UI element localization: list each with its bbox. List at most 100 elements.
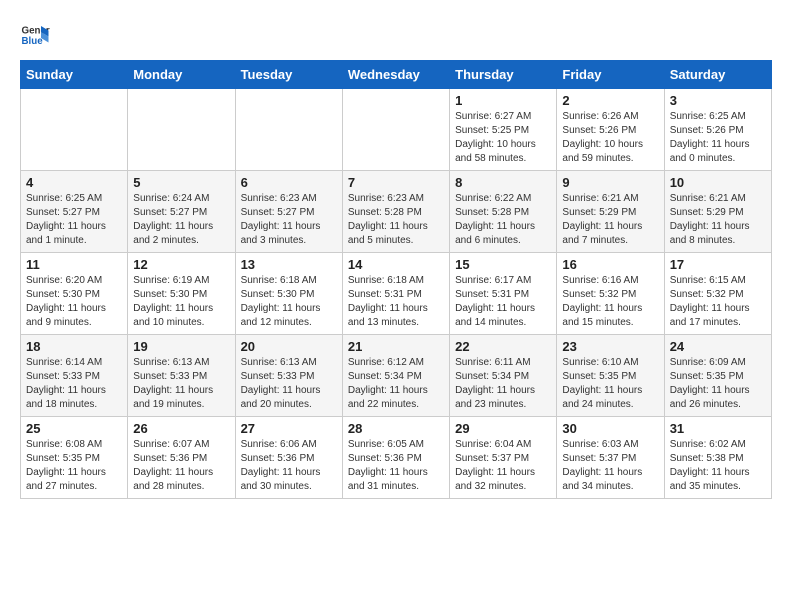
day-number: 24 bbox=[670, 339, 766, 354]
calendar-cell: 21 Sunrise: 6:12 AMSunset: 5:34 PMDayligh… bbox=[342, 335, 449, 417]
day-number: 8 bbox=[455, 175, 551, 190]
day-number: 25 bbox=[26, 421, 122, 436]
day-info: Sunrise: 6:13 AMSunset: 5:33 PMDaylight:… bbox=[133, 356, 229, 412]
calendar-cell: 23 Sunrise: 6:10 AMSunset: 5:35 PMDayligh… bbox=[557, 335, 664, 417]
day-header-monday: Monday bbox=[128, 61, 235, 89]
day-info: Sunrise: 6:19 AMSunset: 5:30 PMDaylight:… bbox=[133, 274, 229, 330]
day-info: Sunrise: 6:20 AMSunset: 5:30 PMDaylight:… bbox=[26, 274, 122, 330]
calendar-cell: 8 Sunrise: 6:22 AMSunset: 5:28 PMDaylight… bbox=[450, 171, 557, 253]
day-number: 14 bbox=[348, 257, 444, 272]
calendar-cell: 3Sunrise: 6:25 AMSunset: 5:26 PMDaylight… bbox=[664, 89, 771, 171]
day-info: Sunrise: 6:08 AMSunset: 5:35 PMDaylight:… bbox=[26, 438, 122, 494]
day-info: Sunrise: 6:21 AMSunset: 5:29 PMDaylight:… bbox=[670, 192, 766, 248]
calendar-cell: 19 Sunrise: 6:13 AMSunset: 5:33 PMDayligh… bbox=[128, 335, 235, 417]
calendar-cell: 7 Sunrise: 6:23 AMSunset: 5:28 PMDaylight… bbox=[342, 171, 449, 253]
calendar-cell: 17 Sunrise: 6:15 AMSunset: 5:32 PMDayligh… bbox=[664, 253, 771, 335]
calendar-cell: 27 Sunrise: 6:06 AMSunset: 5:36 PMDayligh… bbox=[235, 417, 342, 499]
calendar-cell bbox=[128, 89, 235, 171]
day-info: Sunrise: 6:07 AMSunset: 5:36 PMDaylight:… bbox=[133, 438, 229, 494]
day-info: Sunrise: 6:22 AMSunset: 5:28 PMDaylight:… bbox=[455, 192, 551, 248]
day-number: 9 bbox=[562, 175, 658, 190]
calendar-cell: 14 Sunrise: 6:18 AMSunset: 5:31 PMDayligh… bbox=[342, 253, 449, 335]
day-info: Sunrise: 6:18 AMSunset: 5:30 PMDaylight:… bbox=[241, 274, 337, 330]
day-info: Sunrise: 6:16 AMSunset: 5:32 PMDaylight:… bbox=[562, 274, 658, 330]
day-info: Sunrise: 6:09 AMSunset: 5:35 PMDaylight:… bbox=[670, 356, 766, 412]
calendar-cell bbox=[21, 89, 128, 171]
calendar-cell: 6Sunrise: 6:23 AMSunset: 5:27 PMDaylight… bbox=[235, 171, 342, 253]
calendar-body: 1Sunrise: 6:27 AMSunset: 5:25 PMDaylight… bbox=[21, 89, 772, 499]
day-number: 13 bbox=[241, 257, 337, 272]
calendar-cell: 25 Sunrise: 6:08 AMSunset: 5:35 PMDayligh… bbox=[21, 417, 128, 499]
day-header-thursday: Thursday bbox=[450, 61, 557, 89]
header: General Blue bbox=[20, 20, 772, 50]
calendar-cell: 22Sunrise: 6:11 AMSunset: 5:34 PMDayligh… bbox=[450, 335, 557, 417]
day-info: Sunrise: 6:25 AMSunset: 5:27 PMDaylight:… bbox=[26, 192, 122, 248]
day-number: 15 bbox=[455, 257, 551, 272]
day-number: 11 bbox=[26, 257, 122, 272]
day-info: Sunrise: 6:10 AMSunset: 5:35 PMDaylight:… bbox=[562, 356, 658, 412]
calendar-cell bbox=[235, 89, 342, 171]
day-info: Sunrise: 6:12 AMSunset: 5:34 PMDaylight:… bbox=[348, 356, 444, 412]
week-row-5: 25 Sunrise: 6:08 AMSunset: 5:35 PMDayligh… bbox=[21, 417, 772, 499]
calendar-header: SundayMondayTuesdayWednesdayThursdayFrid… bbox=[21, 61, 772, 89]
week-row-4: 18 Sunrise: 6:14 AMSunset: 5:33 PMDayligh… bbox=[21, 335, 772, 417]
day-number: 16 bbox=[562, 257, 658, 272]
day-number: 17 bbox=[670, 257, 766, 272]
week-row-3: 11 Sunrise: 6:20 AMSunset: 5:30 PMDayligh… bbox=[21, 253, 772, 335]
calendar-cell: 12 Sunrise: 6:19 AMSunset: 5:30 PMDayligh… bbox=[128, 253, 235, 335]
calendar-cell: 28Sunrise: 6:05 AMSunset: 5:36 PMDayligh… bbox=[342, 417, 449, 499]
day-info: Sunrise: 6:05 AMSunset: 5:36 PMDaylight:… bbox=[348, 438, 444, 494]
day-number: 12 bbox=[133, 257, 229, 272]
calendar-cell: 24 Sunrise: 6:09 AMSunset: 5:35 PMDayligh… bbox=[664, 335, 771, 417]
week-row-1: 1Sunrise: 6:27 AMSunset: 5:25 PMDaylight… bbox=[21, 89, 772, 171]
calendar-cell: 18 Sunrise: 6:14 AMSunset: 5:33 PMDayligh… bbox=[21, 335, 128, 417]
calendar-cell: 1Sunrise: 6:27 AMSunset: 5:25 PMDaylight… bbox=[450, 89, 557, 171]
day-number: 22 bbox=[455, 339, 551, 354]
day-number: 29 bbox=[455, 421, 551, 436]
day-number: 5 bbox=[133, 175, 229, 190]
calendar-cell bbox=[342, 89, 449, 171]
calendar-cell: 15 Sunrise: 6:17 AMSunset: 5:31 PMDayligh… bbox=[450, 253, 557, 335]
day-header-saturday: Saturday bbox=[664, 61, 771, 89]
day-number: 6 bbox=[241, 175, 337, 190]
day-number: 2 bbox=[562, 93, 658, 108]
logo: General Blue bbox=[20, 20, 54, 50]
day-info: Sunrise: 6:03 AMSunset: 5:37 PMDaylight:… bbox=[562, 438, 658, 494]
day-header-wednesday: Wednesday bbox=[342, 61, 449, 89]
day-info: Sunrise: 6:06 AMSunset: 5:36 PMDaylight:… bbox=[241, 438, 337, 494]
day-info: Sunrise: 6:14 AMSunset: 5:33 PMDaylight:… bbox=[26, 356, 122, 412]
day-info: Sunrise: 6:18 AMSunset: 5:31 PMDaylight:… bbox=[348, 274, 444, 330]
day-info: Sunrise: 6:17 AMSunset: 5:31 PMDaylight:… bbox=[455, 274, 551, 330]
day-number: 21 bbox=[348, 339, 444, 354]
day-number: 27 bbox=[241, 421, 337, 436]
day-number: 3 bbox=[670, 93, 766, 108]
day-number: 10 bbox=[670, 175, 766, 190]
day-number: 26 bbox=[133, 421, 229, 436]
day-info: Sunrise: 6:15 AMSunset: 5:32 PMDaylight:… bbox=[670, 274, 766, 330]
calendar-table: SundayMondayTuesdayWednesdayThursdayFrid… bbox=[20, 60, 772, 499]
svg-text:Blue: Blue bbox=[22, 36, 44, 47]
day-number: 7 bbox=[348, 175, 444, 190]
calendar-cell: 26 Sunrise: 6:07 AMSunset: 5:36 PMDayligh… bbox=[128, 417, 235, 499]
day-info: Sunrise: 6:24 AMSunset: 5:27 PMDaylight:… bbox=[133, 192, 229, 248]
day-header-sunday: Sunday bbox=[21, 61, 128, 89]
calendar-cell: 31Sunrise: 6:02 AMSunset: 5:38 PMDayligh… bbox=[664, 417, 771, 499]
day-info: Sunrise: 6:26 AMSunset: 5:26 PMDaylight:… bbox=[562, 110, 658, 166]
day-number: 18 bbox=[26, 339, 122, 354]
day-number: 19 bbox=[133, 339, 229, 354]
calendar-cell: 11 Sunrise: 6:20 AMSunset: 5:30 PMDayligh… bbox=[21, 253, 128, 335]
calendar-cell: 4 Sunrise: 6:25 AMSunset: 5:27 PMDaylight… bbox=[21, 171, 128, 253]
calendar-cell: 10 Sunrise: 6:21 AMSunset: 5:29 PMDayligh… bbox=[664, 171, 771, 253]
day-number: 31 bbox=[670, 421, 766, 436]
logo-icon: General Blue bbox=[20, 20, 50, 50]
day-number: 1 bbox=[455, 93, 551, 108]
calendar-cell: 9 Sunrise: 6:21 AMSunset: 5:29 PMDaylight… bbox=[557, 171, 664, 253]
day-info: Sunrise: 6:23 AMSunset: 5:28 PMDaylight:… bbox=[348, 192, 444, 248]
calendar-cell: 29Sunrise: 6:04 AMSunset: 5:37 PMDayligh… bbox=[450, 417, 557, 499]
day-info: Sunrise: 6:13 AMSunset: 5:33 PMDaylight:… bbox=[241, 356, 337, 412]
calendar-cell: 2 Sunrise: 6:26 AMSunset: 5:26 PMDaylight… bbox=[557, 89, 664, 171]
day-info: Sunrise: 6:21 AMSunset: 5:29 PMDaylight:… bbox=[562, 192, 658, 248]
day-number: 23 bbox=[562, 339, 658, 354]
day-number: 4 bbox=[26, 175, 122, 190]
calendar-cell: 13 Sunrise: 6:18 AMSunset: 5:30 PMDayligh… bbox=[235, 253, 342, 335]
